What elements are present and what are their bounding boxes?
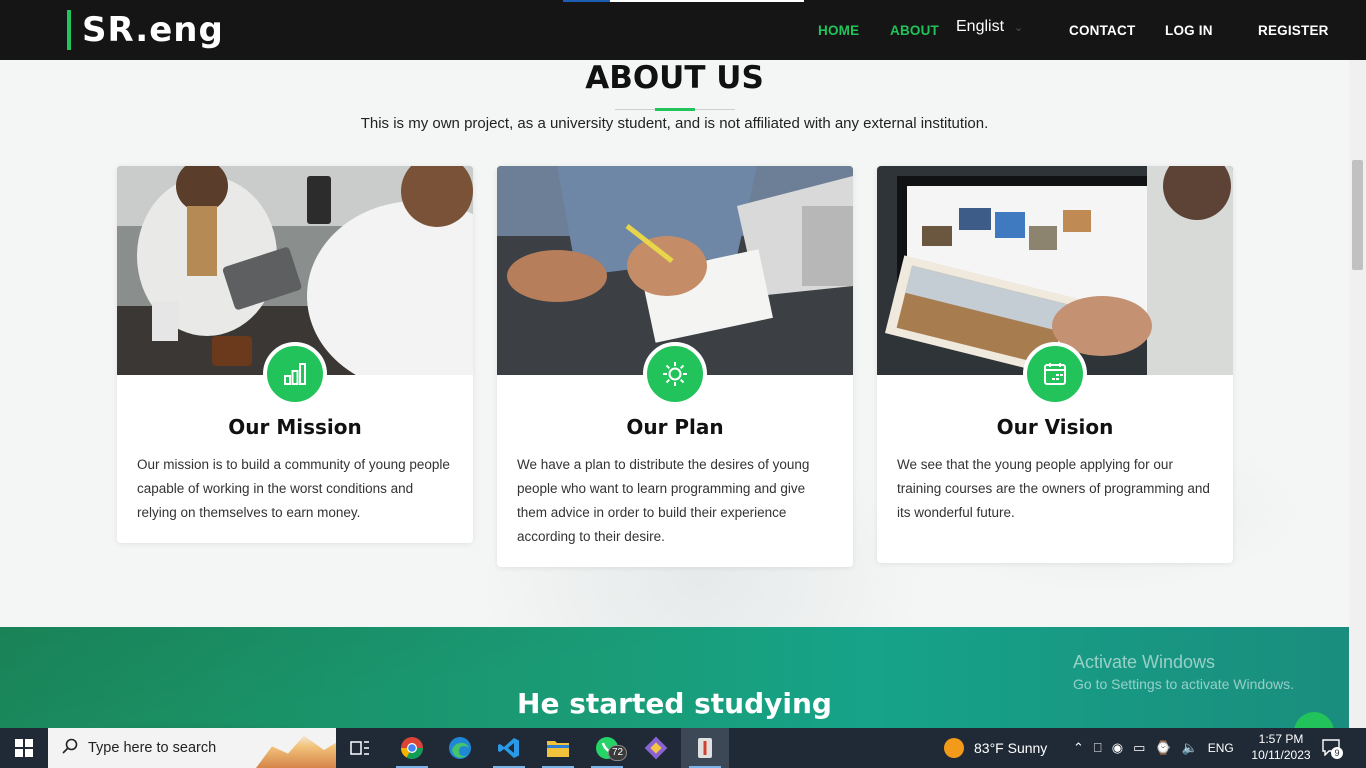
windows-start-icon[interactable] xyxy=(0,728,48,768)
edge-icon[interactable] xyxy=(436,728,484,768)
whatsapp-unread-badge: 72 xyxy=(608,745,628,761)
activate-windows-watermark: Activate Windows Go to Settings to activ… xyxy=(1073,652,1294,692)
vscode-icon[interactable] xyxy=(485,728,533,768)
title-divider-accent xyxy=(655,108,695,111)
calendar-icon xyxy=(1023,342,1087,406)
task-view-icon[interactable] xyxy=(336,728,384,768)
plan-title: Our Plan xyxy=(626,415,724,439)
chevron-down-icon: ⌄ xyxy=(1014,21,1024,34)
vision-text: We see that the young people applying fo… xyxy=(897,457,1210,520)
search-icon xyxy=(62,738,78,758)
mission-title: Our Mission xyxy=(228,415,362,439)
mission-card: Our Mission Our mission is to build a co… xyxy=(117,166,473,543)
plan-card: Our Plan We have a plan to distribute th… xyxy=(497,166,853,567)
active-app-icon[interactable] xyxy=(681,728,729,768)
top-navbar: SR.eng HOME ABOUT Englist ⌄ CONTACT LOG … xyxy=(0,0,1366,60)
vision-card: Our Vision We see that the young people … xyxy=(877,166,1233,563)
file-explorer-icon[interactable] xyxy=(534,728,582,768)
input-language[interactable]: ENG xyxy=(1208,741,1234,755)
vision-title: Our Vision xyxy=(996,415,1114,439)
battery-icon[interactable]: ▭ xyxy=(1133,740,1145,756)
site-logo[interactable]: SR.eng xyxy=(82,10,224,50)
scroll-progress-indicator xyxy=(563,0,804,2)
language-select[interactable]: Englist ⌄ xyxy=(956,18,1023,36)
nav-about[interactable]: ABOUT xyxy=(890,0,939,60)
logo-accent-bar xyxy=(67,10,71,50)
scrollbar-thumb[interactable] xyxy=(1352,160,1363,270)
watermark-line2: Go to Settings to activate Windows. xyxy=(1073,676,1294,692)
language-select-value: Englist xyxy=(956,18,1005,35)
nav-login[interactable]: LOG IN xyxy=(1165,0,1213,60)
plan-text: We have a plan to distribute the desires… xyxy=(517,457,810,544)
clock-date: 10/11/2023 xyxy=(1251,748,1311,762)
weather-widget[interactable]: 83°F Sunny xyxy=(944,728,1047,768)
notification-count: 9 xyxy=(1331,747,1343,759)
section-title: ABOUT US xyxy=(585,60,764,96)
bar-chart-icon xyxy=(263,342,327,406)
clock-time: 1:57 PM xyxy=(1258,732,1304,746)
git-client-icon[interactable] xyxy=(632,728,680,768)
whatsapp-icon[interactable]: 72 xyxy=(583,728,631,768)
page-scrollbar[interactable] xyxy=(1349,60,1366,728)
search-highlight-illustration xyxy=(256,735,336,768)
sun-icon xyxy=(643,342,707,406)
taskbar-search[interactable]: Type here to search xyxy=(48,728,336,768)
volume-icon[interactable]: 🔈 xyxy=(1182,740,1198,756)
system-tray: ⌃ ⎕ ◉ ▭ ⌚ 🔈 ENG xyxy=(1073,728,1234,768)
security-icon[interactable]: ◉ xyxy=(1112,740,1123,756)
taskbar-clock[interactable]: 1:57 PM 10/11/2023 xyxy=(1248,731,1314,763)
chrome-icon[interactable] xyxy=(388,728,436,768)
chevron-up-icon[interactable]: ⌃ xyxy=(1073,740,1084,756)
weather-text: 83°F Sunny xyxy=(974,740,1048,756)
nav-register[interactable]: REGISTER xyxy=(1258,0,1329,60)
usb-icon[interactable]: ⎕ xyxy=(1094,740,1102,756)
wifi-icon[interactable]: ⌚ xyxy=(1155,740,1171,756)
sun-weather-icon xyxy=(944,738,964,758)
mission-text: Our mission is to build a community of y… xyxy=(137,457,450,520)
nav-contact[interactable]: CONTACT xyxy=(1069,0,1135,60)
search-placeholder: Type here to search xyxy=(88,740,217,756)
windows-taskbar: Type here to search 72 83°F Sunny ⌃ ⎕ ◉ … xyxy=(0,728,1366,768)
section-intro: This is my own project, as a university … xyxy=(360,115,989,132)
notification-center-icon[interactable]: 9 xyxy=(1322,738,1343,759)
watermark-line1: Activate Windows xyxy=(1073,652,1216,672)
nav-home[interactable]: HOME xyxy=(818,0,859,60)
